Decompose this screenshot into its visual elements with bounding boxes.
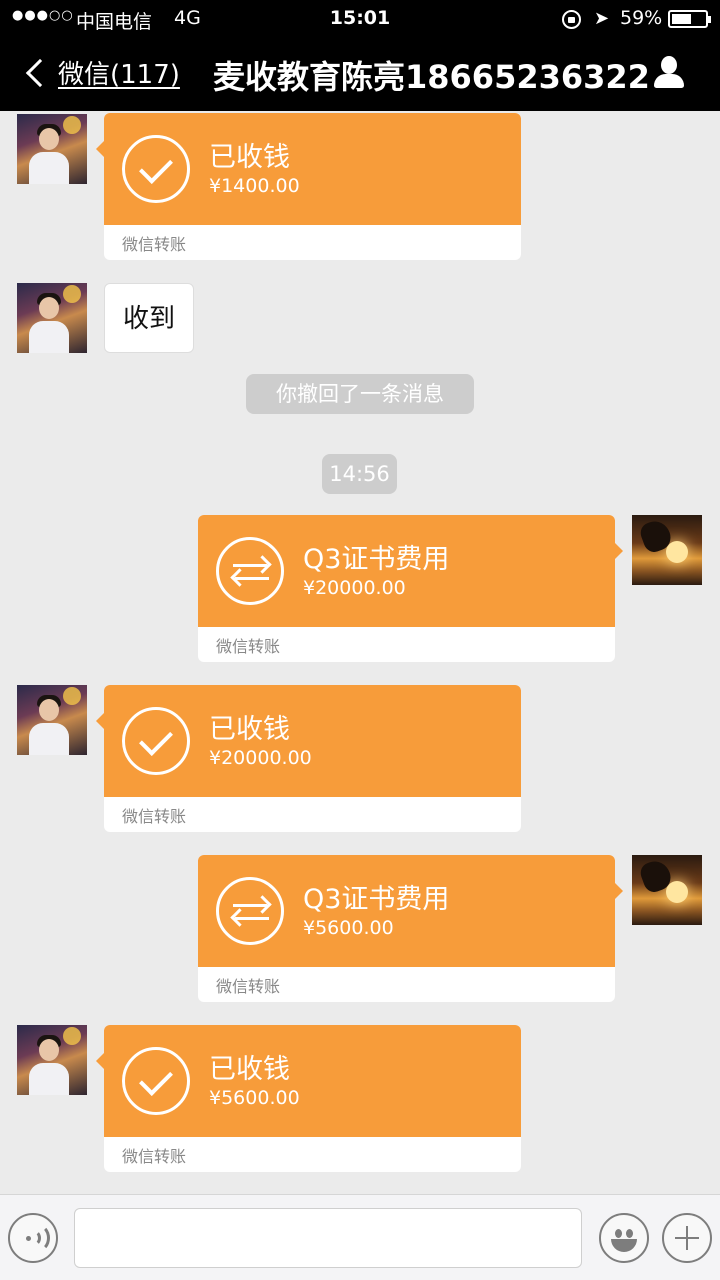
text-bubble[interactable]: 收到 (104, 283, 195, 353)
transfer-amount: ¥5600.00 (303, 917, 394, 939)
transfer-footer: 微信转账 (122, 1147, 187, 1166)
battery-percent: 59% (620, 7, 663, 29)
system-notice: 你撤回了一条消息 (246, 374, 474, 414)
transfer-amount: ¥20000.00 (303, 577, 406, 599)
emoji-icon[interactable] (599, 1213, 649, 1263)
nav-bar: 微信(117) 麦收教育陈亮18665236322 (0, 38, 720, 111)
timestamp-label: 14:56 (322, 454, 397, 494)
transfer-title: Q3证书费用 (303, 544, 450, 575)
transfer-footer: 微信转账 (122, 235, 187, 254)
profile-icon[interactable] (652, 56, 686, 92)
check-circle-icon (122, 707, 190, 775)
chat-title: 麦收教育陈亮18665236322 (213, 58, 650, 96)
chevron-left-icon (25, 58, 55, 87)
input-bar (0, 1194, 720, 1280)
transfer-arrows-icon (216, 537, 284, 605)
transfer-amount: ¥20000.00 (209, 747, 312, 769)
transfer-card[interactable]: 已收钱 ¥1400.00 微信转账 (96, 113, 521, 260)
transfer-footer: 微信转账 (216, 977, 281, 996)
battery-level-fill (672, 14, 691, 24)
transfer-amount: ¥5600.00 (209, 1087, 300, 1109)
contact-avatar[interactable] (17, 1025, 87, 1095)
status-bar: ●●●○○ 中国电信 4G 15:01 ➤ 59% (0, 0, 720, 38)
transfer-title: 已收钱 (209, 1054, 290, 1085)
chat-area[interactable]: 已收钱 ¥1400.00 微信转账 收到 你撤回了一条消息 14:56 Q3证书… (0, 111, 720, 1194)
check-circle-icon (122, 135, 190, 203)
battery-icon (668, 10, 711, 28)
contact-avatar[interactable] (17, 114, 87, 184)
contact-avatar[interactable] (17, 685, 87, 755)
top-bar: ●●●○○ 中国电信 4G 15:01 ➤ 59% 微信(117) 麦收教育陈亮… (0, 0, 720, 111)
back-label: 微信(117) (58, 60, 180, 90)
transfer-card[interactable]: Q3证书费用 ¥5600.00 微信转账 (198, 855, 623, 1002)
transfer-card[interactable]: 已收钱 ¥20000.00 微信转账 (96, 685, 521, 832)
voice-icon[interactable] (8, 1213, 58, 1263)
location-arrow-icon: ➤ (594, 8, 610, 29)
transfer-title: 已收钱 (209, 714, 290, 745)
transfer-card[interactable]: 已收钱 ¥5600.00 微信转账 (96, 1025, 521, 1172)
my-avatar[interactable] (632, 855, 702, 925)
back-button[interactable]: 微信(117) (20, 54, 180, 91)
message-text: 收到 (123, 304, 176, 334)
transfer-footer: 微信转账 (216, 637, 281, 656)
transfer-title: Q3证书费用 (303, 884, 450, 915)
plus-icon[interactable] (662, 1213, 712, 1263)
rotation-lock-icon (562, 10, 581, 29)
transfer-title: 已收钱 (209, 142, 290, 173)
message-input[interactable] (74, 1208, 582, 1268)
transfer-amount: ¥1400.00 (209, 175, 300, 197)
my-avatar[interactable] (632, 515, 702, 585)
transfer-arrows-icon (216, 877, 284, 945)
contact-avatar[interactable] (17, 283, 87, 353)
transfer-card[interactable]: Q3证书费用 ¥20000.00 微信转账 (198, 515, 623, 662)
transfer-footer: 微信转账 (122, 807, 187, 826)
status-time: 15:01 (329, 7, 391, 29)
check-circle-icon (122, 1047, 190, 1115)
